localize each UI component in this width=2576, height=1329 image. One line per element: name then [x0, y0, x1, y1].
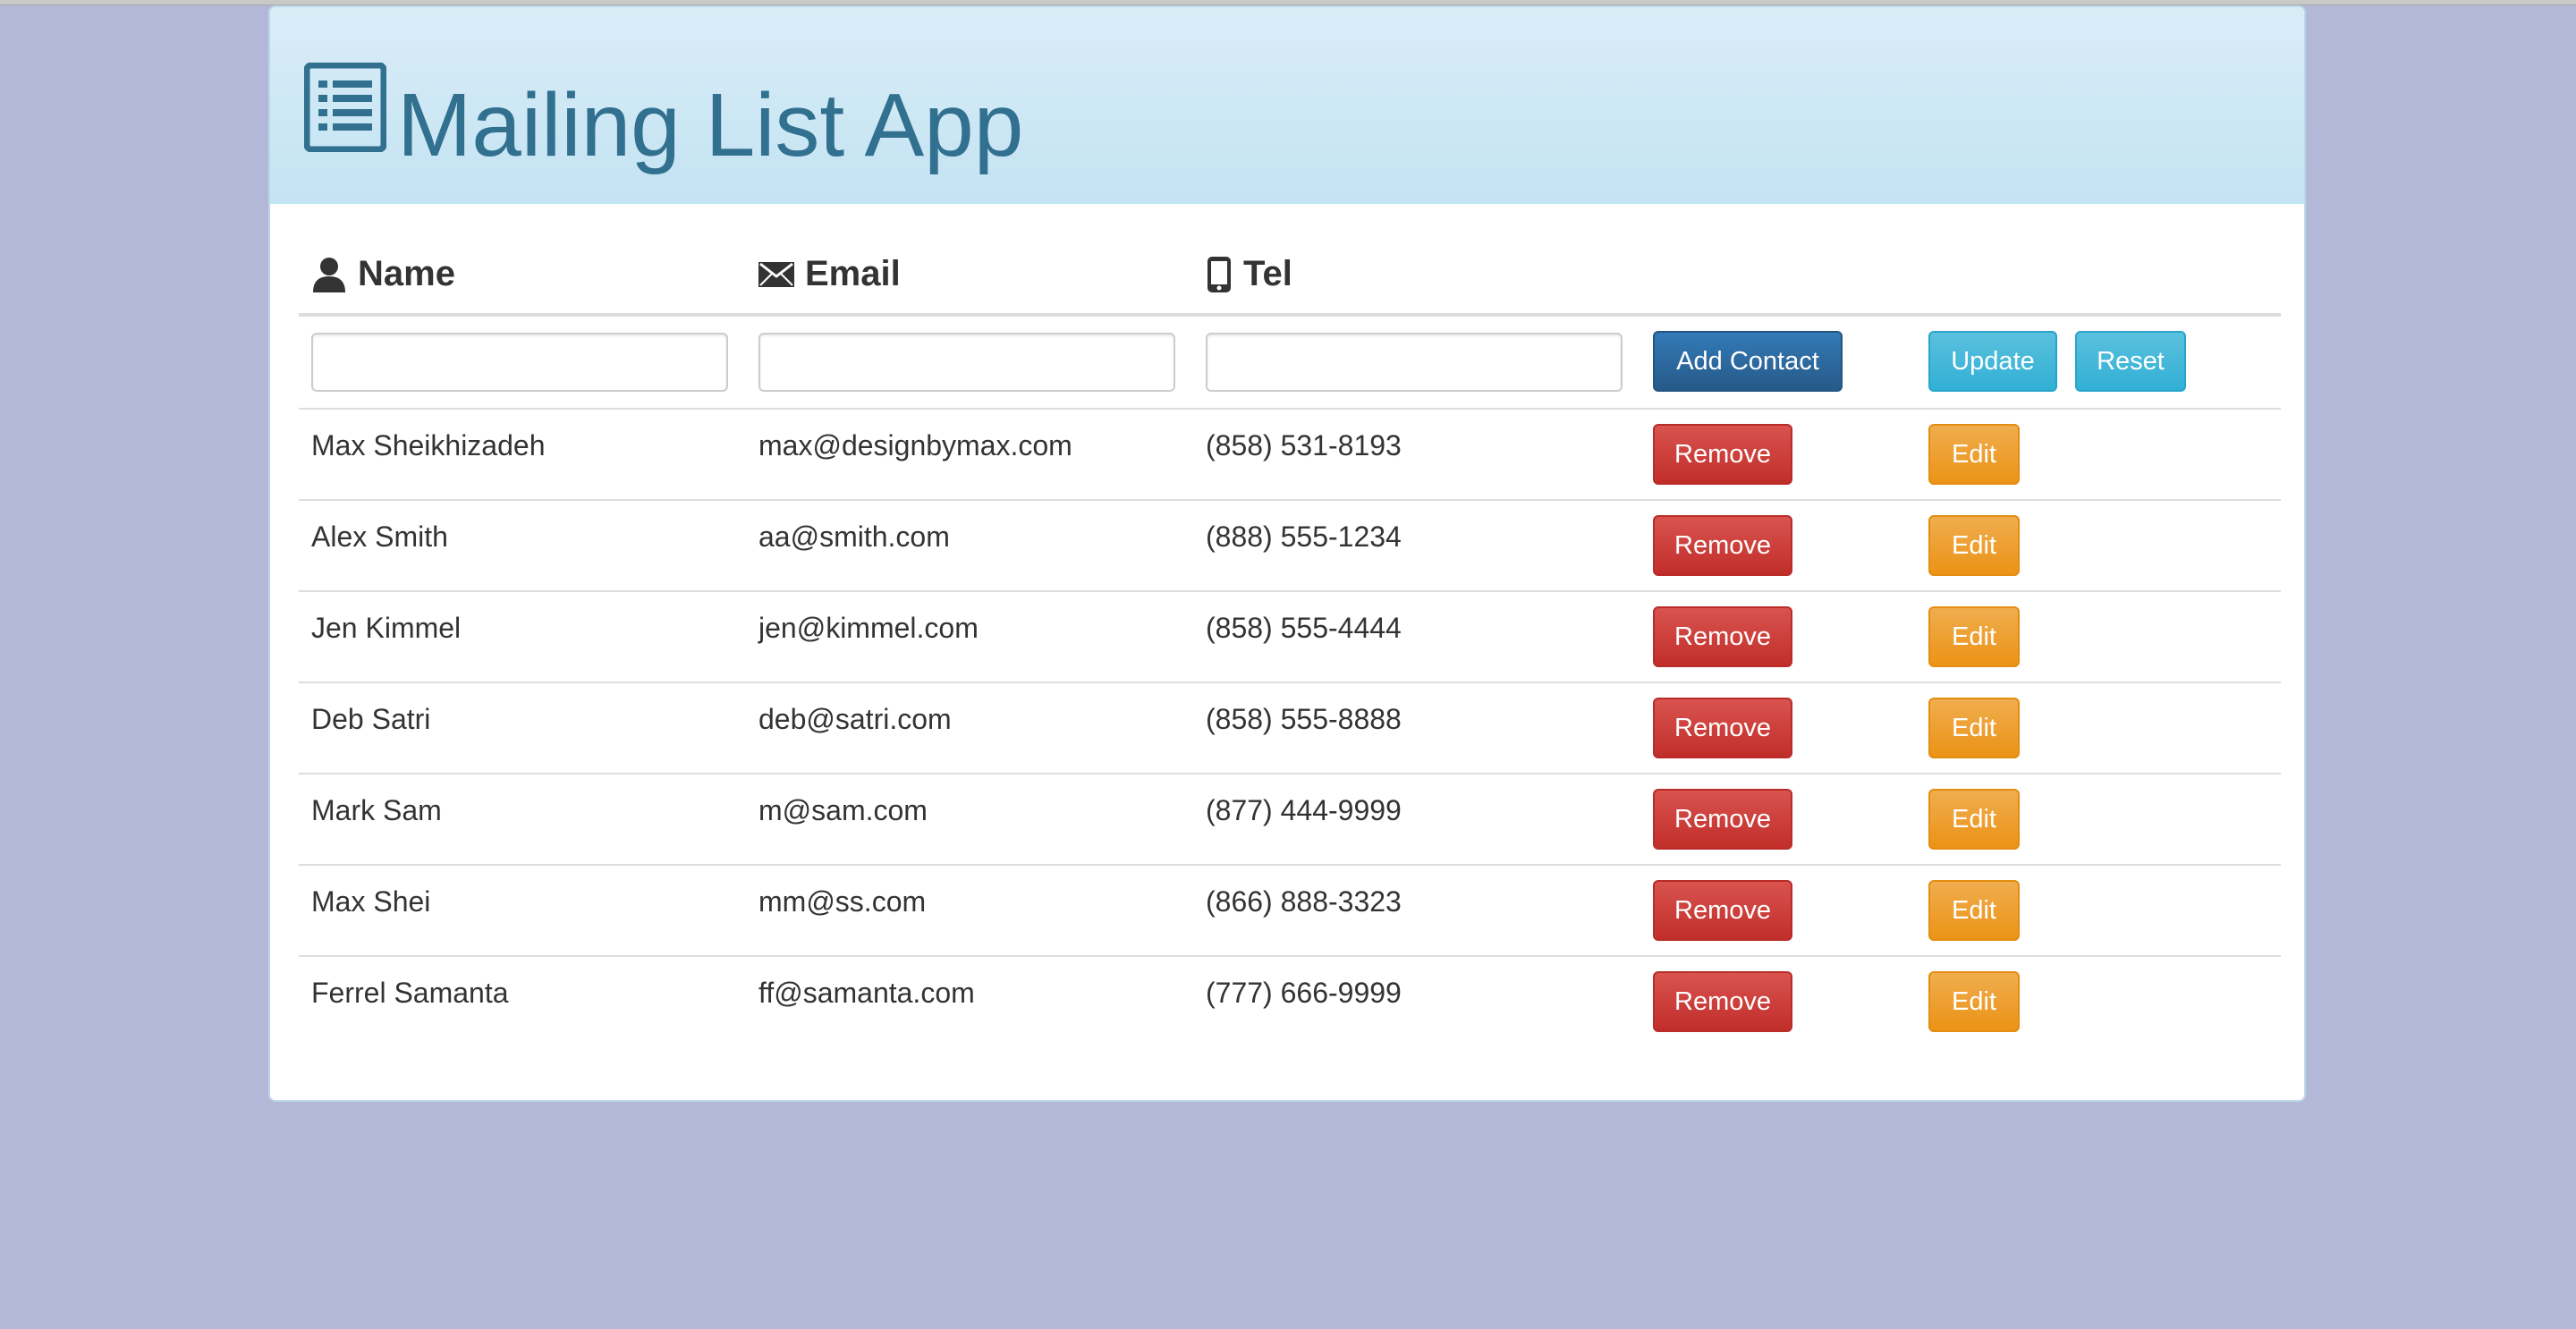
email-input[interactable] [758, 333, 1175, 392]
contact-tel: (777) 666-9999 [1206, 977, 1402, 1009]
contact-name: Jen Kimmel [311, 612, 462, 644]
table-row: Alex Smith aa@smith.com (888) 555-1234 Remo… [299, 499, 2281, 590]
contact-name: Deb Satri [311, 703, 431, 735]
table-row: Mark Sam m@sam.com (877) 444-9999 Remove Edi… [299, 773, 2281, 864]
edit-button[interactable]: Edit [1928, 606, 2020, 667]
app-title: Mailing List App [397, 75, 1024, 175]
contact-email: aa@smith.com [758, 521, 950, 553]
envelope-icon [758, 261, 794, 287]
table-header: Name Email Tel [299, 204, 2281, 317]
column-label-tel: Tel [1243, 254, 1292, 293]
mailing-list-panel: Mailing List App Name Email Tel Add Cont… [268, 5, 2306, 1102]
column-header-name: Name [311, 254, 455, 294]
contact-email: deb@satri.com [758, 703, 952, 735]
new-contact-row: Add Contact Update Reset [299, 317, 2281, 408]
remove-button[interactable]: Remove [1653, 424, 1792, 485]
contacts-table: Name Email Tel Add Contact Update Reset … [299, 204, 2281, 1046]
contact-name: Mark Sam [311, 794, 442, 826]
contact-tel: (858) 555-4444 [1206, 612, 1402, 644]
remove-button[interactable]: Remove [1653, 971, 1792, 1032]
edit-button[interactable]: Edit [1928, 789, 2020, 850]
contact-rows: Max Sheikhizadeh max@designbymax.com (858)… [299, 408, 2281, 1046]
table-row: Jen Kimmel jen@kimmel.com (858) 555-4444 Re… [299, 590, 2281, 681]
remove-button[interactable]: Remove [1653, 606, 1792, 667]
contact-tel: (877) 444-9999 [1206, 794, 1402, 826]
remove-button[interactable]: Remove [1653, 698, 1792, 758]
reset-button[interactable]: Reset [2075, 331, 2186, 392]
table-row: Max Sheikhizadeh max@designbymax.com (858)… [299, 408, 2281, 499]
contact-email: m@sam.com [758, 794, 928, 826]
user-icon [313, 257, 345, 292]
edit-button[interactable]: Edit [1928, 880, 2020, 941]
column-label-name: Name [358, 254, 455, 293]
table-row: Max Shei mm@ss.com (866) 888-3323 Remove Edi… [299, 864, 2281, 955]
remove-button[interactable]: Remove [1653, 515, 1792, 576]
edit-button[interactable]: Edit [1928, 515, 2020, 576]
contact-tel: (888) 555-1234 [1206, 521, 1402, 553]
contact-email: max@designbymax.com [758, 429, 1072, 461]
contact-email: mm@ss.com [758, 885, 927, 918]
column-header-tel: Tel [1206, 254, 1292, 294]
contact-email: jen@kimmel.com [758, 612, 979, 644]
contact-tel: (858) 531-8193 [1206, 429, 1402, 461]
contact-name: Ferrel Samanta [311, 977, 509, 1009]
remove-button[interactable]: Remove [1653, 880, 1792, 941]
edit-button[interactable]: Edit [1928, 698, 2020, 758]
column-header-email: Email [758, 254, 901, 294]
edit-button[interactable]: Edit [1928, 971, 2020, 1032]
contact-name: Max Shei [311, 885, 431, 918]
contact-email: ff@samanta.com [758, 977, 975, 1009]
add-contact-button[interactable]: Add Contact [1653, 331, 1843, 392]
remove-button[interactable]: Remove [1653, 789, 1792, 850]
edit-button[interactable]: Edit [1928, 424, 2020, 485]
contact-tel: (866) 888-3323 [1206, 885, 1402, 918]
column-label-email: Email [805, 254, 901, 293]
contact-tel: (858) 555-8888 [1206, 703, 1402, 735]
phone-icon [1208, 256, 1231, 292]
table-row: Deb Satri deb@satri.com (858) 555-8888 Remo… [299, 681, 2281, 773]
panel-heading: Mailing List App [270, 7, 2304, 204]
tel-input[interactable] [1206, 333, 1623, 392]
contact-name: Max Sheikhizadeh [311, 429, 546, 461]
contact-name: Alex Smith [311, 521, 448, 553]
name-input[interactable] [311, 333, 728, 392]
table-row: Ferrel Samanta ff@samanta.com (777) 666-99… [299, 955, 2281, 1046]
list-alt-icon [304, 63, 386, 152]
update-button[interactable]: Update [1928, 331, 2057, 392]
